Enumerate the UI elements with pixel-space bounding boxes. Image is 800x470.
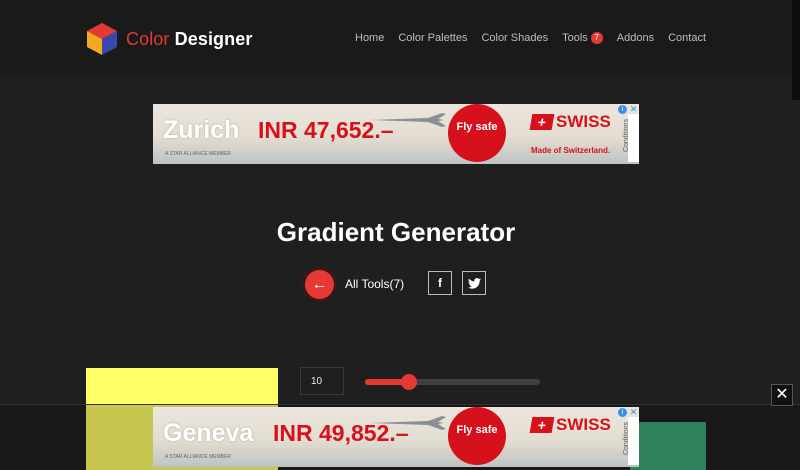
nav-home-label: Home bbox=[355, 32, 385, 44]
swiss-cross-icon: + bbox=[529, 417, 555, 433]
nav-tools[interactable]: Tools 7 bbox=[562, 32, 603, 44]
facebook-share-button[interactable]: f bbox=[428, 271, 452, 295]
brand-name: Color Designer bbox=[126, 29, 252, 50]
twitter-share-button[interactable] bbox=[462, 271, 486, 295]
ad-conditions-label: Conditions bbox=[623, 421, 631, 456]
ad-conditions-label: Conditions bbox=[623, 118, 631, 153]
ad-close-icon[interactable]: ✕ bbox=[629, 105, 638, 114]
nav-addons-label: Addons bbox=[616, 32, 655, 44]
ad-brand-name: SWISS bbox=[556, 415, 611, 434]
ad-tagline: Made of Switzerland. bbox=[531, 146, 611, 155]
back-button[interactable]: ← bbox=[305, 270, 334, 299]
all-tools-link[interactable]: All Tools(7) bbox=[345, 277, 404, 291]
ad-info-icon[interactable]: i bbox=[618, 408, 627, 417]
nav-addons[interactable]: Addons bbox=[617, 32, 654, 44]
tools-count-badge: 7 bbox=[590, 32, 603, 44]
nav-color-shades[interactable]: Color Shades bbox=[481, 32, 548, 44]
ad-brand: + SWISS bbox=[529, 415, 611, 435]
nav-home[interactable]: Home bbox=[355, 32, 384, 44]
brand-logo[interactable]: Color Designer bbox=[86, 22, 252, 56]
facebook-icon: f bbox=[438, 276, 442, 290]
swiss-cross-icon: + bbox=[529, 114, 555, 130]
ad-price: INR 47,652.– bbox=[258, 117, 394, 143]
cube-logo-icon bbox=[87, 23, 117, 55]
nav-color-shades-label: Color Shades bbox=[481, 32, 549, 44]
ad-city: Geneva bbox=[163, 419, 254, 447]
ad-fine-print: A STAR ALLIANCE MEMBER bbox=[165, 151, 232, 157]
ad-city: Zurich bbox=[163, 116, 240, 144]
steps-input-value: 10 bbox=[311, 375, 323, 387]
nav-contact[interactable]: Contact bbox=[668, 32, 706, 44]
nav-contact-label: Contact bbox=[668, 32, 707, 44]
nav-color-palettes-label: Color Palettes bbox=[398, 32, 468, 44]
site-header: Color Designer Home Color Palettes Color… bbox=[0, 0, 792, 76]
steps-slider-thumb[interactable] bbox=[400, 374, 417, 390]
page-title: Gradient Generator bbox=[276, 217, 516, 247]
brand-word-designer: Designer bbox=[174, 28, 253, 49]
ad-brand: + SWISS bbox=[529, 112, 611, 132]
ad-cta-circle: Fly safe bbox=[448, 104, 506, 162]
twitter-icon bbox=[467, 277, 481, 289]
brand-word-color: Color bbox=[126, 28, 170, 49]
ad-price: INR 49,852.– bbox=[273, 420, 409, 446]
ad-close-icon[interactable]: ✕ bbox=[629, 408, 638, 417]
ad-cta-circle: Fly safe bbox=[448, 407, 506, 465]
ad-fine-print: A STAR ALLIANCE MEMBER bbox=[165, 454, 232, 460]
close-sticky-ad-button[interactable]: ✕ bbox=[771, 384, 793, 406]
ad-info-icon[interactable]: i bbox=[618, 105, 627, 114]
bottom-ad-banner[interactable]: Geneva INR 49,852.– A STAR ALLIANCE MEMB… bbox=[153, 407, 639, 467]
steps-slider[interactable] bbox=[365, 374, 540, 390]
ad-conditions[interactable]: Conditions bbox=[623, 114, 639, 162]
ad-conditions[interactable]: Conditions bbox=[623, 417, 639, 465]
nav-color-palettes[interactable]: Color Palettes bbox=[398, 32, 467, 44]
page-scrollbar[interactable] bbox=[792, 0, 800, 100]
arrow-left-icon: ← bbox=[311, 275, 328, 293]
top-ad-banner[interactable]: Zurich INR 47,652.– A STAR ALLIANCE MEMB… bbox=[153, 104, 639, 164]
main-nav: Home Color Palettes Color Shades Tools 7 … bbox=[355, 32, 720, 44]
ad-brand-name: SWISS bbox=[556, 112, 611, 131]
steps-input[interactable]: 10 bbox=[300, 367, 344, 395]
nav-tools-label: Tools bbox=[562, 32, 588, 44]
